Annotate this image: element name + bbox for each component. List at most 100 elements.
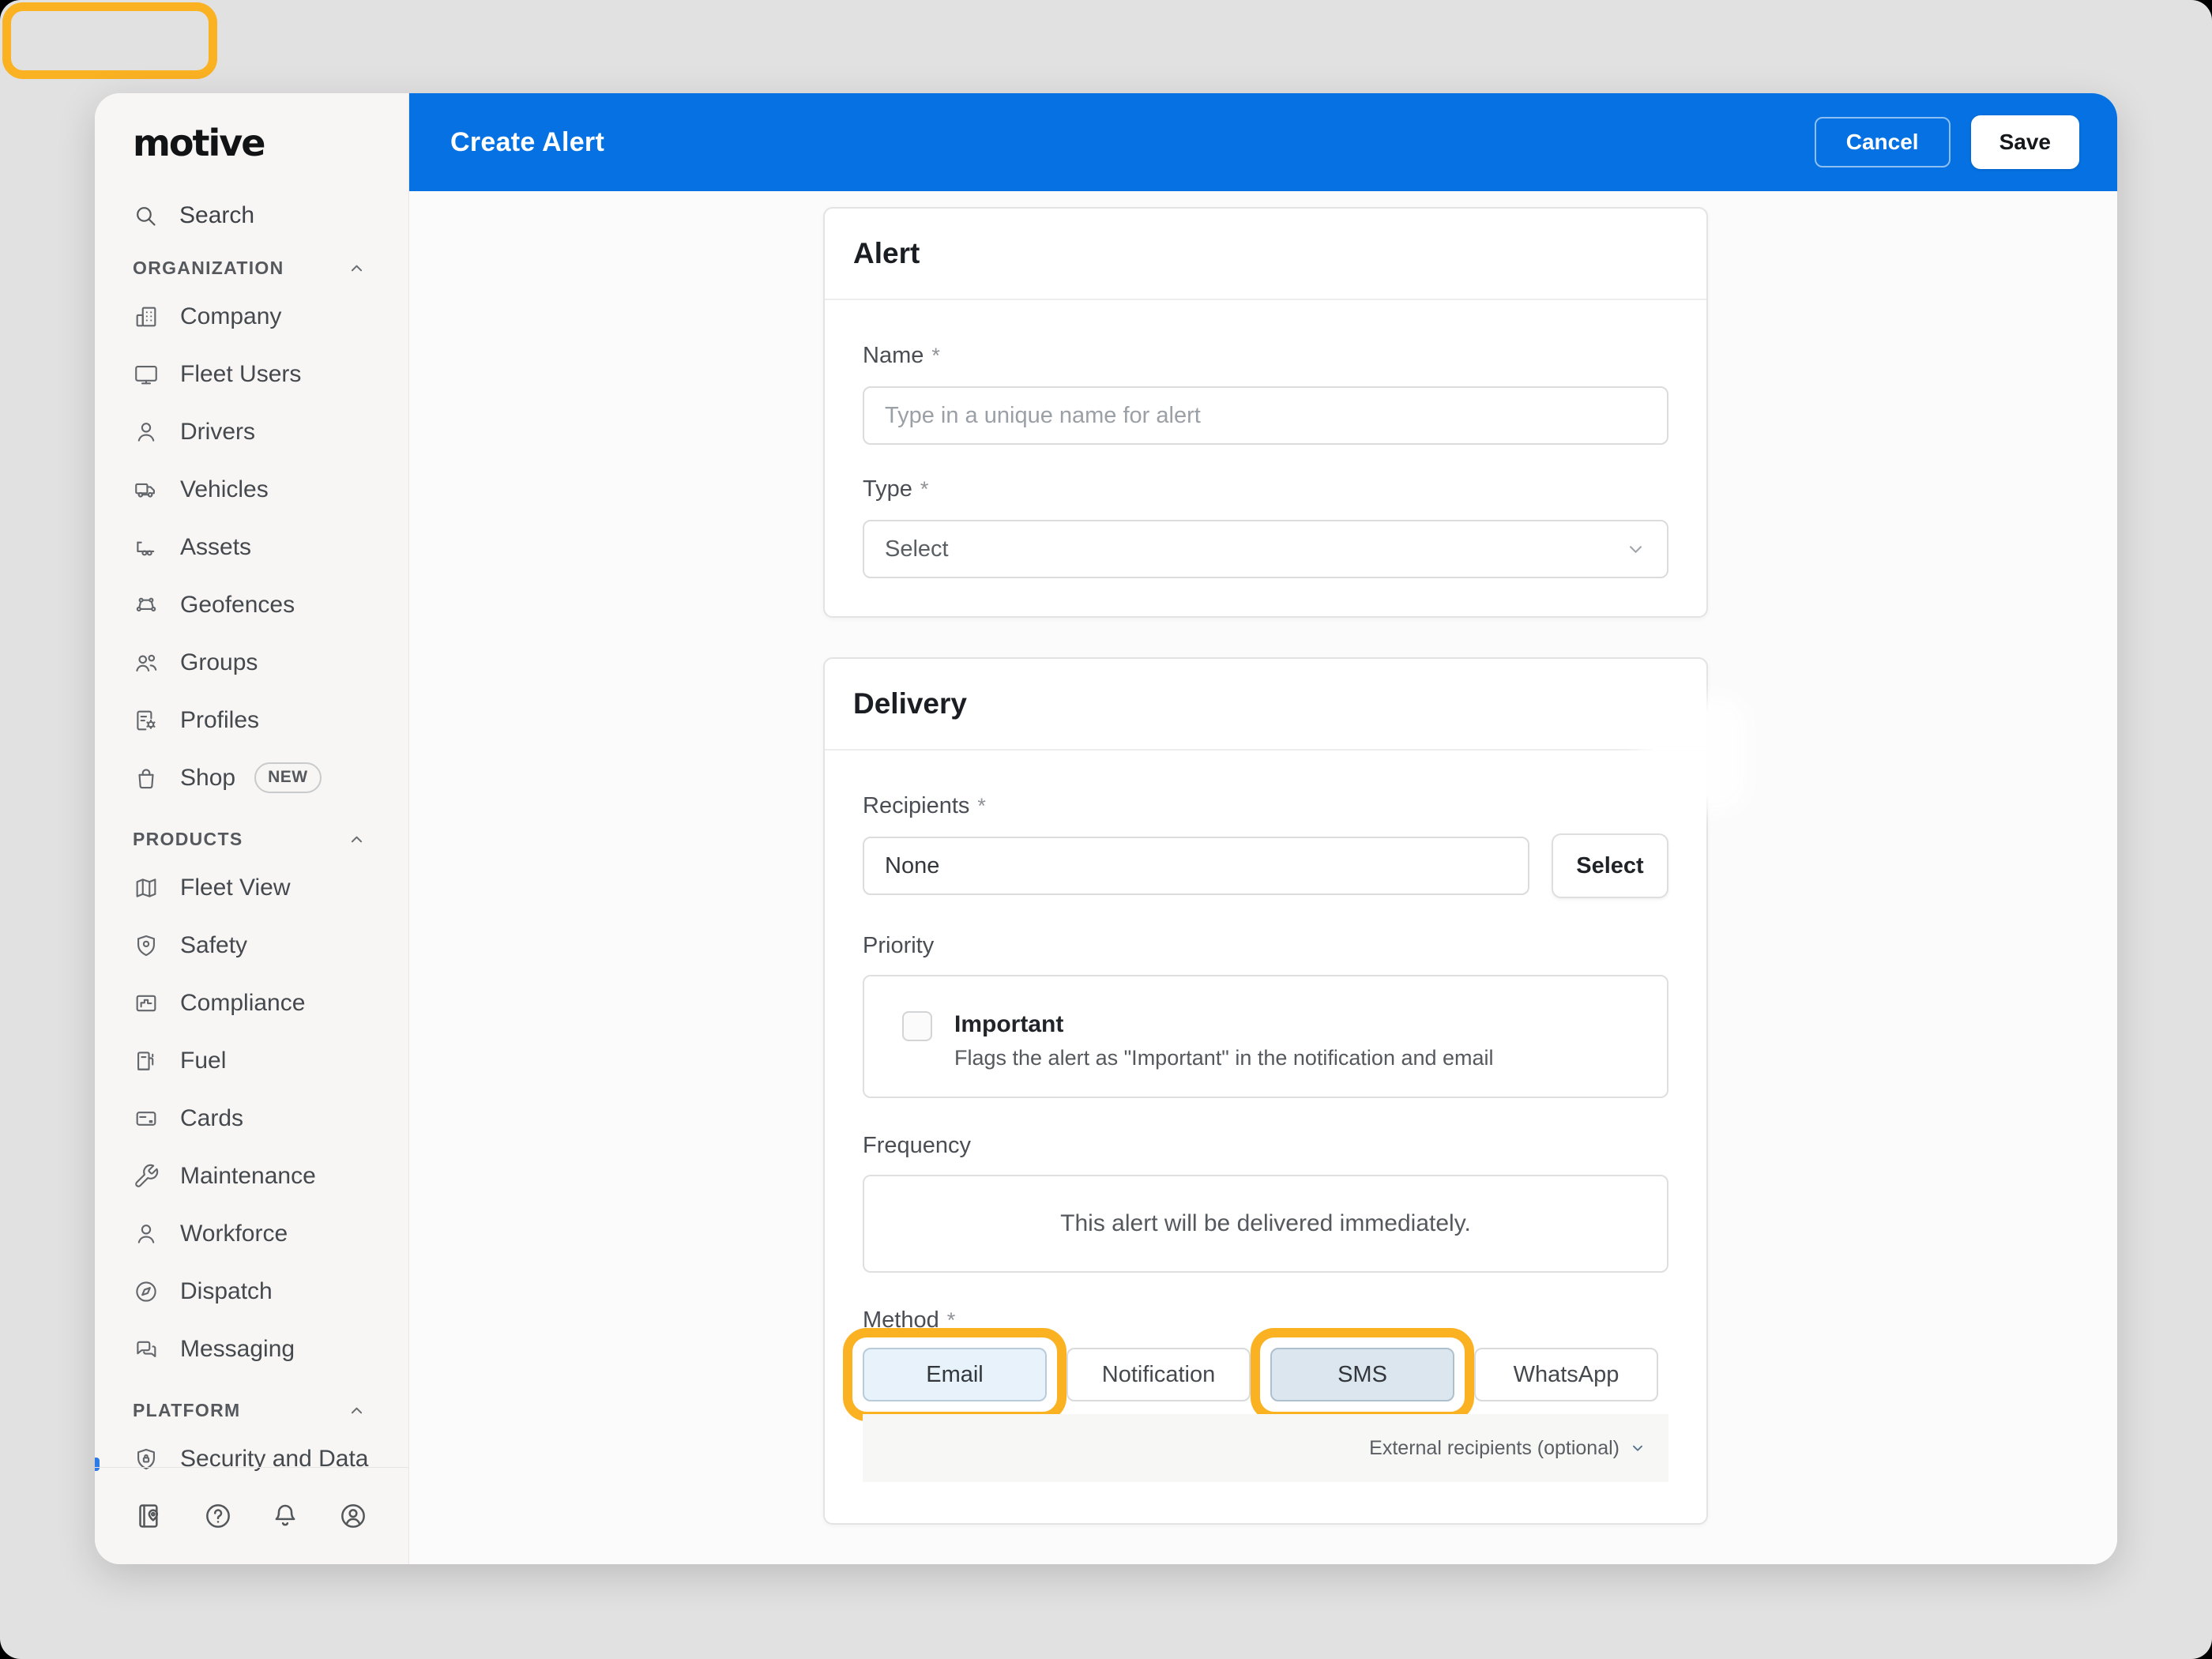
cancel-button[interactable]: Cancel [1814,117,1951,167]
sidebar: motive Search ORGANIZATION Company Fleet… [95,93,409,1564]
sidebar-item-label: Profiles [180,706,260,733]
external-recipients-label: External recipients (optional) [1369,1436,1620,1459]
sidebar-item-compliance[interactable]: Compliance [95,974,408,1032]
sidebar-item-drivers[interactable]: Drivers [95,403,408,461]
logbook-icon [134,1500,166,1532]
save-button[interactable]: Save [1970,115,2079,169]
external-recipients-toggle[interactable]: External recipients (optional) [863,1414,1668,1482]
method-highlight-ring: Email [843,1328,1066,1421]
sidebar-footer-button-account[interactable] [337,1500,369,1532]
chevron-up-icon [346,829,367,850]
sidebar-item-label: Fleet View [180,874,291,901]
sidebar-item-company[interactable]: Company [95,288,408,345]
sidebar-item-label: Maintenance [180,1162,316,1189]
alert-type-select[interactable]: Select [863,520,1668,578]
frequency-box: This alert will be delivered immediately… [863,1175,1668,1273]
required-marker: * [931,344,940,367]
screenshot-page: motive Search ORGANIZATION Company Fleet… [0,0,2212,1659]
sidebar-footer-button-help[interactable] [202,1500,234,1532]
section-header-products[interactable]: PRODUCTS [95,819,408,859]
sidebar-item-safety[interactable]: Safety [95,916,408,974]
fuel-pump-icon [133,1048,160,1074]
step-chart-icon [133,990,160,1017]
compass-icon [133,1278,160,1305]
name-label: Name * [863,343,940,368]
sidebar-item-label: Shop [180,764,236,791]
shield-icon [133,932,160,959]
building-icon [133,303,160,330]
sidebar-item-fleet-users[interactable]: Fleet Users [95,345,408,403]
sidebar-item-cards[interactable]: Cards [95,1089,408,1147]
sidebar-item-shop[interactable]: Shop NEW [95,749,408,807]
sidebar-item-geofences[interactable]: Geofences [95,576,408,634]
method-highlight-ring: Notification [1047,1328,1270,1421]
sidebar-item-fleet-view[interactable]: Fleet View [95,859,408,916]
map-icon [133,875,160,901]
chevron-up-icon [346,258,367,279]
required-marker: * [920,477,929,501]
sidebar-footer-button-bell[interactable] [269,1500,301,1532]
method-button-group: Email Notification SMS WhatsApp [843,1328,1668,1421]
sidebar-item-label: Vehicles [180,476,269,502]
help-icon [202,1500,234,1532]
app-window: motive Search ORGANIZATION Company Fleet… [95,93,2117,1564]
people-icon [133,649,160,676]
highlight-box-top-left [2,2,217,79]
sidebar-item-label: Messaging [180,1335,295,1362]
monitor-icon [133,361,160,388]
priority-box: Important Flags the alert as "Important"… [863,975,1668,1098]
method-button-sms[interactable]: SMS [1270,1348,1454,1401]
products-nav-list: Fleet View Safety Compliance Fuel Cards … [95,859,408,1378]
chat-icon [133,1336,160,1363]
recipients-label: Recipients * [863,793,986,818]
sidebar-item-label: Cards [180,1104,244,1131]
sidebar-item-vehicles[interactable]: Vehicles [95,461,408,518]
delivery-card-title: Delivery [825,659,1706,750]
sidebar-item-label: Dispatch [180,1277,273,1304]
alert-name-input[interactable] [863,386,1668,445]
section-header-platform[interactable]: PLATFORM [95,1390,408,1430]
sidebar-item-label: Geofences [180,591,295,618]
sidebar-item-fuel[interactable]: Fuel [95,1032,408,1089]
form-content: Alert Name * Type * Select [409,191,2117,1564]
important-label: Important [954,1011,1064,1037]
recipients-select-button[interactable]: Select [1552,833,1668,898]
profile-gear-icon [133,707,160,734]
new-badge: NEW [254,762,322,793]
sidebar-search[interactable]: Search [95,196,408,235]
method-button-notification[interactable]: Notification [1066,1348,1251,1401]
sidebar-item-assets[interactable]: Assets [95,518,408,576]
chevron-up-icon [346,1400,367,1421]
sidebar-item-label: Company [180,303,282,329]
sidebar-item-groups[interactable]: Groups [95,634,408,691]
trailer-icon [133,534,160,561]
sidebar-item-dispatch[interactable]: Dispatch [95,1262,408,1320]
person-icon [133,1221,160,1247]
section-header-organization[interactable]: ORGANIZATION [95,248,408,288]
motive-logo: motive [133,122,265,164]
method-highlight-ring: SMS [1251,1328,1474,1421]
organization-nav-list: Company Fleet Users Drivers Vehicles Ass… [95,288,408,807]
frequency-label: Frequency [863,1133,972,1158]
sidebar-item-maintenance[interactable]: Maintenance [95,1147,408,1205]
delivery-card: Delivery Recipients * Select Priority [823,657,1732,1525]
important-checkbox[interactable] [902,1011,932,1041]
sidebar-item-label: Assets [180,533,252,560]
sidebar-item-profiles[interactable]: Profiles [95,691,408,749]
credit-card-icon [133,1105,160,1132]
page-title: Create Alert [450,126,605,157]
sidebar-item-label: Groups [180,649,258,675]
alert-card: Alert Name * Type * Select [823,207,1708,618]
method-button-email[interactable]: Email [863,1348,1047,1401]
sidebar-footer-button-logbook[interactable] [134,1500,166,1532]
section-label: ORGANIZATION [133,257,284,278]
sidebar-item-label: Safety [180,931,248,958]
method-button-whatsapp[interactable]: WhatsApp [1474,1348,1658,1401]
create-alert-topbar: Create Alert Cancel Save [409,93,2117,191]
sidebar-item-messaging[interactable]: Messaging [95,1320,408,1378]
recipients-input[interactable] [863,837,1529,895]
alert-type-value: Select [885,536,949,562]
sidebar-search-label: Search [179,202,255,228]
required-marker: * [977,794,986,818]
sidebar-item-workforce[interactable]: Workforce [95,1205,408,1262]
